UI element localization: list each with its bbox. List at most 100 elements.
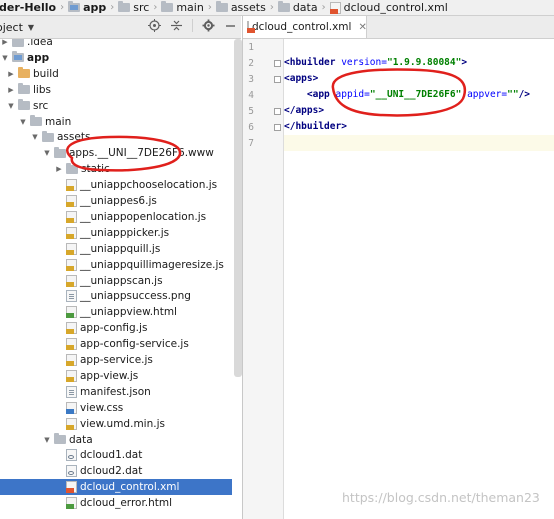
code-editor[interactable]: <hbuilder version="1.9.9.80084"> <apps> … [284,39,554,519]
js-file-icon [66,242,77,255]
collapsed-arrow-icon[interactable]: ▶ [6,86,16,94]
fold-marker-icon[interactable] [274,124,281,131]
collapsed-arrow-icon[interactable]: ▶ [54,165,64,173]
tree-item[interactable]: __uniappsuccess.png [0,288,232,304]
css-file-icon [66,401,77,414]
tree-item-label: dcloud2.dat [80,465,143,478]
expanded-arrow-icon[interactable]: ▼ [30,133,40,141]
tree-item[interactable]: __uniappchooselocation.js [0,177,232,193]
line-number: 7 [248,138,254,149]
gear-icon[interactable] [202,19,215,32]
js-file-icon [66,258,77,271]
code-line-2: <hbuilder version="1.9.9.80084"> [284,55,554,71]
breadcrumb-item-main[interactable]: main [159,0,206,15]
expanded-arrow-icon[interactable]: ▼ [42,436,52,444]
js-file-icon [66,195,77,207]
fold-marker-icon[interactable] [274,108,281,115]
project-tree-scrollbar[interactable] [234,39,242,377]
breadcrumb-label: main [176,1,204,14]
tree-item[interactable]: view.css [0,400,232,416]
tree-item[interactable]: dcloud_control.xml [0,479,232,496]
collapsed-arrow-icon[interactable]: ▶ [6,70,16,78]
expanded-arrow-icon[interactable]: ▼ [0,54,10,62]
xml-tag: <apps> [284,73,319,84]
orange-folder-icon [18,67,30,79]
tree-item[interactable]: __uniappes6.js [0,193,232,209]
tree-item[interactable]: __uniappquillimageresize.js [0,257,232,273]
xml-tag: </apps> [284,105,325,116]
xml-tag: /> [518,89,531,100]
tree-item-label: __uniappchooselocation.js [80,179,218,192]
tree-item-label: app-service.js [80,354,153,366]
tree-item[interactable]: app-config.js [0,320,232,336]
tree-item[interactable]: ▼ data [0,432,232,448]
tree-item-label: apps.__UNI__7DE26F6.www [69,147,214,160]
folder-icon [66,162,78,174]
tree-item[interactable]: ▼ app [0,50,232,66]
project-view-selector[interactable]: oject ▼ [0,21,34,34]
breadcrumb-item-file[interactable]: dcloud_control.xml [328,0,451,15]
tree-item[interactable]: ▼ main [0,114,232,130]
tree-item[interactable]: app-service.js [0,352,232,368]
tree-item-label: __uniappquill.js [80,242,161,255]
tree-item[interactable]: ▼ src [0,98,232,114]
tree-item[interactable]: ▼ apps.__UNI__7DE26F6.www [0,145,232,161]
expanded-arrow-icon[interactable]: ▼ [42,149,52,157]
collapse-all-icon[interactable] [170,19,183,32]
tree-item-label: src [33,99,49,112]
locate-file-icon[interactable] [148,19,161,32]
close-icon[interactable]: ✕ [358,22,366,33]
js-file-icon [66,322,77,335]
tree-item[interactable]: __uniappopenlocation.js [0,209,232,225]
chevron-right-icon: › [110,2,115,13]
breadcrumb-item-data[interactable]: data [276,0,321,15]
xml-tag: <hbuilder [284,57,336,68]
tree-item[interactable]: ▶ libs [0,82,232,98]
tree-item-label: app-config.js [80,322,148,335]
code-line-4: <app appid="__UNI__7DE26F6" appver=""/> [284,87,554,103]
tree-item[interactable]: ▶ .idea [0,39,232,50]
tree-item[interactable]: ▶ static [0,161,232,177]
image-file-icon [66,290,77,303]
breadcrumb-item-project[interactable]: der-Hello [0,0,59,15]
breadcrumb-label: data [292,1,318,14]
code-line-7-current [284,135,554,151]
tree-item-label: static [81,163,110,176]
breadcrumb-item-assets[interactable]: assets [214,0,269,15]
tree-item-label: __uniappsuccess.png [80,290,191,303]
collapsed-arrow-icon[interactable]: ▶ [0,39,10,46]
breadcrumb-item-app[interactable]: app [66,0,109,15]
tree-item-label: .idea [27,39,53,48]
tab-dcloud-control-xml[interactable]: dcloud_control.xml ✕ [243,16,367,38]
tree-item[interactable]: app-config-service.js [0,336,232,352]
tree-item-label: __uniapppicker.js [80,226,170,239]
tree-item[interactable]: view.umd.min.js [0,416,232,432]
fold-marker-icon[interactable] [274,60,281,67]
chevron-right-icon: › [269,2,274,13]
tree-item-label: view.css [80,401,124,414]
tree-item[interactable]: __uniappquill.js [0,241,232,257]
tree-item[interactable]: dcloud_error.html [0,495,232,511]
breadcrumb-item-src[interactable]: src [116,0,152,15]
folder-icon [118,1,131,12]
tree-item[interactable]: dcloud1.dat [0,447,232,463]
line-number: 2 [248,58,254,69]
tree-item[interactable]: __uniappscan.js [0,273,232,289]
tree-item[interactable]: __uniapppicker.js [0,225,232,241]
expanded-arrow-icon[interactable]: ▼ [6,102,16,110]
folder-icon [12,39,24,47]
fold-marker-icon[interactable] [274,76,281,83]
tree-item[interactable]: ▶ build [0,66,232,82]
tree-item[interactable]: ▼ assets [0,129,232,145]
tree-item[interactable]: dcloud2.dat [0,463,232,479]
tree-item[interactable]: __uniappview.html [0,304,232,320]
breadcrumb-label: der-Hello [0,1,57,14]
xml-file-icon [66,481,77,494]
js-file-icon [66,210,77,223]
tree-item[interactable]: manifest.json [0,384,232,400]
minimize-icon[interactable] [224,19,237,32]
watermark-text: https://blog.csdn.net/theman23 [342,490,540,505]
expanded-arrow-icon[interactable]: ▼ [18,118,28,126]
tree-item[interactable]: app-view.js [0,368,232,384]
tree-item-label: __uniappview.html [80,306,177,319]
